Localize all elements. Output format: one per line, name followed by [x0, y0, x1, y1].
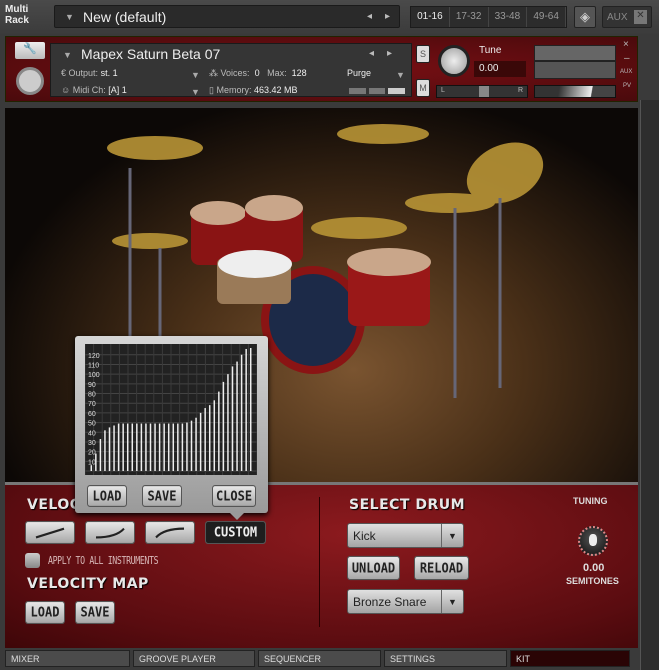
close-instrument-icon[interactable]: ×	[623, 39, 629, 50]
mute-button[interactable]: M	[416, 79, 430, 97]
page-tab[interactable]: 01-16	[411, 7, 450, 27]
page-tab[interactable]: 33-48	[489, 7, 528, 27]
apply-all-checkbox[interactable]	[25, 553, 40, 568]
velocity-map-save-button[interactable]: SAVE	[75, 600, 115, 625]
y-tick-label: 40	[88, 430, 96, 437]
bottom-tabs: MIXER GROOVE PLAYER SEQUENCER SETTINGS K…	[5, 650, 638, 668]
tuning-unit: SEMITONES	[566, 576, 619, 586]
popup-save-button[interactable]: SAVE	[142, 485, 182, 507]
tab-settings[interactable]: SETTINGS	[384, 650, 507, 667]
sample-select-value: Bronze Snare	[353, 595, 427, 609]
y-tick-label: 50	[88, 421, 96, 428]
chevron-down-icon: ▼	[441, 524, 463, 547]
velocity-chart[interactable]: 120 110 100 90 80 70 60 50 40 30 20 10	[84, 344, 258, 475]
velocity-curve-popup: 120 110 100 90 80 70 60 50 40 30 20 10 LOAD SAVE CL…	[75, 336, 268, 520]
instrument-icon	[16, 67, 44, 95]
sample-select[interactable]: Bronze Snare ▼	[347, 589, 464, 614]
scrollbar[interactable]	[640, 100, 659, 670]
kontakt-logo-button[interactable]: ◈	[574, 6, 596, 28]
tune-knob[interactable]	[438, 45, 470, 77]
voices-readout: ⁂ Voices: 0 Max: 128	[209, 68, 307, 78]
reload-button[interactable]: RELOAD	[414, 555, 469, 581]
y-tick-label: 20	[88, 450, 96, 457]
y-tick-label: 110	[88, 362, 99, 369]
minimize-icon[interactable]: –	[624, 53, 630, 64]
volume-slider[interactable]	[534, 85, 616, 98]
divider	[319, 497, 320, 627]
rack-pages: 01-16 17-32 33-48 49-64	[410, 6, 567, 28]
output-select[interactable]: € Output: st. 1	[61, 68, 118, 78]
tune-value[interactable]: 0.00	[474, 61, 526, 77]
drum-select[interactable]: Kick ▼	[347, 523, 464, 548]
multi-rack-label: Multi Rack	[5, 4, 29, 26]
linear-curve-button[interactable]	[25, 520, 75, 545]
select-drum-heading: SELECT DRUM	[349, 497, 466, 513]
memory-readout: ▯ Memory: 463.42 MB	[209, 85, 298, 95]
velocity-curve-editor[interactable]: 120 110 100 90 80 70 60 50 40 30 20 10	[84, 344, 258, 475]
tab-groove-player[interactable]: GROOVE PLAYER	[133, 650, 255, 667]
purge-menu[interactable]: Purge	[347, 68, 371, 78]
tuning-value: 0.00	[583, 562, 605, 574]
y-tick-label: 10	[88, 459, 96, 466]
page-tab[interactable]: 17-32	[450, 7, 489, 27]
y-tick-label: 80	[88, 392, 96, 399]
top-bar: Multi Rack ▼ New (default) ◂ ▸ 01-16 17-…	[0, 0, 659, 34]
apply-all-label: APPLY TO ALL INSTRUMENTS	[48, 554, 159, 567]
prev-arrow-icon[interactable]: ◂	[367, 11, 372, 22]
tab-mixer[interactable]: MIXER	[5, 650, 130, 667]
y-tick-label: 70	[88, 401, 96, 408]
y-tick-label: 30	[88, 440, 96, 447]
tab-sequencer[interactable]: SEQUENCER	[258, 650, 381, 667]
prev-instrument-icon[interactable]: ◂	[369, 48, 374, 59]
velocity-map-load-button[interactable]: LOAD	[25, 600, 65, 625]
next-arrow-icon[interactable]: ▸	[385, 11, 390, 22]
popup-load-button[interactable]: LOAD	[87, 485, 127, 507]
tab-kit[interactable]: KIT	[510, 650, 630, 667]
velocity-map-heading: VELOCITY MAP	[27, 576, 149, 592]
midi-channel-select[interactable]: ☺ Midi Ch: [A] 1	[61, 85, 127, 95]
aux-label: AUX	[607, 12, 628, 23]
instrument-header: 🔧 ▼ Mapex Saturn Beta 07 ◂ ▸ € Output: s…	[5, 36, 638, 102]
drum-select-value: Kick	[353, 529, 376, 543]
close-icon[interactable]: ✕	[634, 10, 647, 24]
aux-button[interactable]: AUX	[620, 69, 632, 75]
y-tick-label: 60	[88, 411, 96, 418]
pv-button[interactable]: PV	[623, 83, 631, 89]
solo-button[interactable]: S	[416, 45, 430, 63]
level-meter	[534, 45, 616, 79]
y-tick-label: 90	[88, 382, 96, 389]
chevron-down-icon: ▼	[441, 590, 463, 613]
popup-close-button[interactable]: CLOSE	[212, 485, 256, 507]
pan-slider[interactable]: L R	[436, 85, 528, 98]
y-tick-label: 120	[88, 353, 100, 360]
wrench-icon[interactable]: 🔧	[15, 42, 45, 59]
tune-label: Tune	[479, 45, 502, 56]
exponential-curve-button[interactable]	[85, 520, 135, 545]
tuning-label: TUNING	[573, 496, 608, 506]
multi-name: New (default)	[83, 9, 167, 25]
next-instrument-icon[interactable]: ▸	[387, 48, 392, 59]
logarithmic-curve-button[interactable]	[145, 520, 195, 545]
instrument-name[interactable]: Mapex Saturn Beta 07	[81, 46, 220, 62]
aux-toggle[interactable]: AUX ✕	[602, 6, 652, 28]
unload-button[interactable]: UNLOAD	[347, 555, 400, 581]
multi-name-field[interactable]: ▼ New (default) ◂ ▸	[54, 5, 400, 28]
tuning-knob[interactable]	[578, 526, 608, 556]
dropdown-icon[interactable]: ▼	[65, 12, 74, 22]
page-tab[interactable]: 49-64	[527, 7, 566, 27]
y-tick-label: 100	[88, 372, 100, 379]
instrument-panel: ▼ Mapex Saturn Beta 07 ◂ ▸ € Output: st.…	[50, 43, 412, 97]
